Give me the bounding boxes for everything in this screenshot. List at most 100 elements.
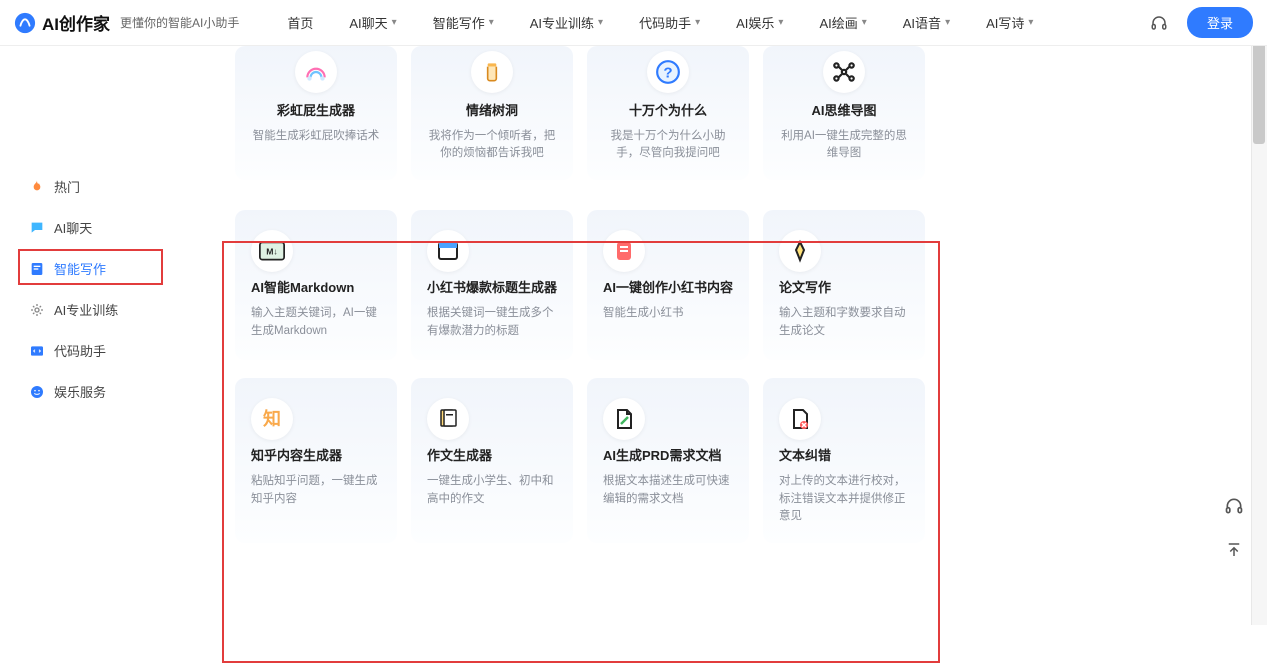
jar-icon: [471, 51, 513, 93]
sidebar-label: 热门: [54, 177, 80, 196]
prd-icon: [603, 398, 645, 440]
svg-text:?: ?: [663, 64, 672, 81]
support-icon[interactable]: [1149, 13, 1169, 33]
card-desc: 利用AI一键生成完整的思维导图: [779, 128, 909, 163]
nav-label: AI写诗: [986, 13, 1024, 32]
nav-poem[interactable]: AI写诗 ▾: [972, 7, 1047, 38]
chevron-down-icon: ▾: [1028, 17, 1033, 28]
card-rainbow[interactable]: 彩虹屁生成器 智能生成彩虹屁吹捧话术: [235, 46, 397, 180]
card-title: AI生成PRD需求文档: [603, 448, 733, 465]
brand-logo-icon: [14, 12, 36, 34]
card-xhs-title[interactable]: 小红书爆款标题生成器 根据关键词一键生成多个有爆款潜力的标题: [411, 210, 573, 360]
pen-icon: [779, 230, 821, 272]
card-title: 十万个为什么: [603, 103, 733, 120]
card-desc: 我是十万个为什么小助手，尽管向我提问吧: [603, 128, 733, 163]
brand-subtitle: 更懂你的智能AI小助手: [120, 14, 239, 31]
card-xhs-content[interactable]: AI一键创作小红书内容 智能生成小红书: [587, 210, 749, 360]
chevron-down-icon: ▾: [862, 17, 867, 28]
chevron-down-icon: ▾: [392, 17, 397, 28]
card-markdown[interactable]: M↓ AI智能Markdown 输入主题关键词，AI一键生成Markdown: [235, 210, 397, 360]
sidebar-item-chat[interactable]: AI聊天: [0, 207, 230, 248]
card-desc: 一键生成小学生、初中和高中的作文: [427, 473, 557, 508]
chevron-down-icon: ▾: [695, 17, 700, 28]
card-desc: 智能生成彩虹屁吹捧话术: [251, 128, 381, 145]
sidebar-label: AI聊天: [54, 218, 92, 237]
code-icon: [28, 342, 46, 360]
card-desc: 我将作为一个倾听者，把你的烦恼都告诉我吧: [427, 128, 557, 163]
main-content: 彩虹屁生成器 智能生成彩虹屁吹捧话术 情绪树洞 我将作为一个倾听者，把你的烦恼都…: [230, 46, 1267, 573]
chevron-down-icon: ▾: [598, 17, 603, 28]
top-nav: 首页 AI聊天▾ 智能写作▾ AI专业训练▾ 代码助手▾ AI娱乐▾ AI绘画▾…: [273, 7, 1047, 38]
sidebar-item-code[interactable]: 代码助手: [0, 330, 230, 371]
card-emotion[interactable]: 情绪树洞 我将作为一个倾听者，把你的烦恼都告诉我吧: [411, 46, 573, 180]
sidebar-label: 代码助手: [54, 341, 106, 360]
card-title: AI一键创作小红书内容: [603, 280, 733, 297]
login-button[interactable]: 登录: [1187, 7, 1253, 38]
nav-home[interactable]: 首页: [273, 7, 327, 38]
card-prd[interactable]: AI生成PRD需求文档 根据文本描述生成可快速编辑的需求文档: [587, 378, 749, 543]
doc-icon: [28, 260, 46, 278]
card-title: 彩虹屁生成器: [251, 103, 381, 120]
card-why[interactable]: ? 十万个为什么 我是十万个为什么小助手，尽管向我提问吧: [587, 46, 749, 180]
sidebar-label: AI专业训练: [54, 300, 118, 319]
nav-draw[interactable]: AI绘画 ▾: [805, 7, 880, 38]
brand-title: AI创作家: [42, 10, 110, 35]
nav-label: AI聊天: [349, 13, 387, 32]
training-icon: [28, 301, 46, 319]
svg-text:M↓: M↓: [266, 247, 278, 257]
float-support-icon[interactable]: [1219, 491, 1249, 521]
sidebar-label: 娱乐服务: [54, 382, 106, 401]
brand[interactable]: AI创作家 更懂你的智能AI小助手: [14, 10, 239, 35]
smile-icon: [28, 383, 46, 401]
sidebar-item-writing[interactable]: 智能写作: [0, 248, 230, 289]
nav-label: AI专业训练: [530, 13, 594, 32]
mindmap-icon: [823, 51, 865, 93]
card-title: AI智能Markdown: [251, 280, 381, 297]
card-desc: 智能生成小红书: [603, 305, 733, 322]
question-icon: ?: [647, 51, 689, 93]
correct-icon: [779, 398, 821, 440]
card-zhihu[interactable]: 知 知乎内容生成器 粘贴知乎问题，一键生成知乎内容: [235, 378, 397, 543]
markdown-icon: M↓: [251, 230, 293, 272]
nav-training[interactable]: AI专业训练 ▾: [516, 7, 617, 38]
card-desc: 粘贴知乎问题，一键生成知乎内容: [251, 473, 381, 508]
sidebar-item-entertainment[interactable]: 娱乐服务: [0, 371, 230, 412]
nav-label: 智能写作: [433, 13, 485, 32]
card-title: AI思维导图: [779, 103, 909, 120]
float-actions: [1219, 491, 1249, 565]
nav-chat[interactable]: AI聊天 ▾: [335, 7, 410, 38]
nav-label: 首页: [287, 13, 313, 32]
card-title: 作文生成器: [427, 448, 557, 465]
essay-icon: [427, 398, 469, 440]
top-header: AI创作家 更懂你的智能AI小助手 首页 AI聊天▾ 智能写作▾ AI专业训练▾…: [0, 0, 1267, 46]
card-essay[interactable]: 作文生成器 一键生成小学生、初中和高中的作文: [411, 378, 573, 543]
card-mindmap[interactable]: AI思维导图 利用AI一键生成完整的思维导图: [763, 46, 925, 180]
card-correction[interactable]: 文本纠错 对上传的文本进行校对，标注错误文本并提供修正意见: [763, 378, 925, 543]
sidebar-item-hot[interactable]: 热门: [0, 166, 230, 207]
card-title: 情绪树洞: [427, 103, 557, 120]
window-icon: [427, 230, 469, 272]
card-desc: 输入主题关键词，AI一键生成Markdown: [251, 305, 381, 340]
chevron-down-icon: ▾: [945, 17, 950, 28]
nav-label: AI语音: [903, 13, 941, 32]
card-thesis[interactable]: 论文写作 输入主题和字数要求自动生成论文: [763, 210, 925, 360]
nav-code[interactable]: 代码助手 ▾: [625, 7, 714, 38]
nav-label: AI绘画: [819, 13, 857, 32]
svg-text:知: 知: [263, 408, 281, 429]
nav-voice[interactable]: AI语音 ▾: [889, 7, 964, 38]
nav-label: 代码助手: [639, 13, 691, 32]
sidebar-label: 智能写作: [54, 259, 106, 278]
nav-entertainment[interactable]: AI娱乐▾: [722, 7, 797, 38]
page-body: 热门 AI聊天 智能写作 AI专业训练 代码助手: [0, 46, 1267, 573]
zhi-icon: 知: [251, 398, 293, 440]
sidebar-item-training[interactable]: AI专业训练: [0, 289, 230, 330]
note-icon: [603, 230, 645, 272]
back-to-top-icon[interactable]: [1219, 535, 1249, 565]
nav-label: AI娱乐: [736, 13, 774, 32]
nav-writing[interactable]: 智能写作▾: [419, 7, 508, 38]
sidebar: 热门 AI聊天 智能写作 AI专业训练 代码助手: [0, 46, 230, 573]
card-desc: 根据文本描述生成可快速编辑的需求文档: [603, 473, 733, 508]
card-title: 知乎内容生成器: [251, 448, 381, 465]
chat-icon: [28, 219, 46, 237]
card-title: 文本纠错: [779, 448, 909, 465]
